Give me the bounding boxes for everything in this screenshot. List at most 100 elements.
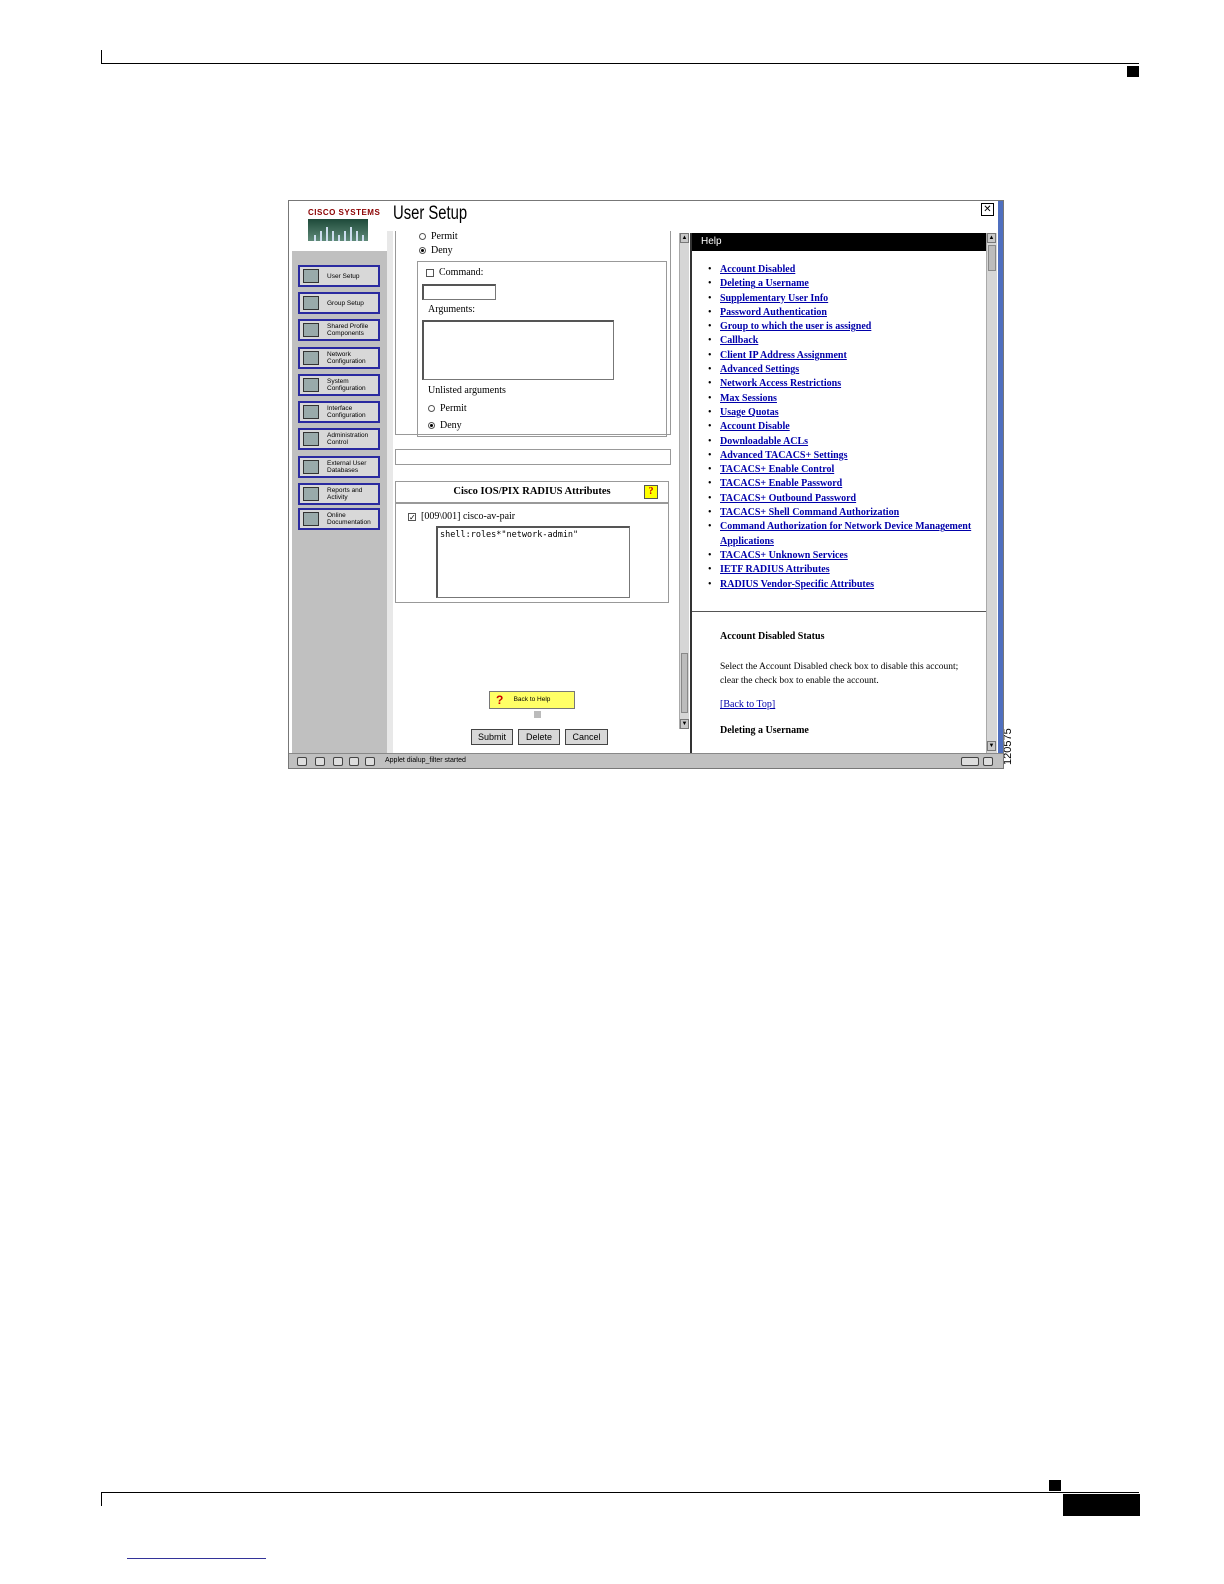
back-to-top-link[interactable]: [Back to Top] [720, 699, 775, 710]
help-link-advanced-settings[interactable]: Advanced Settings [720, 364, 799, 375]
nav-external-db[interactable]: External User Databases [298, 456, 380, 478]
help-link-deleting-username[interactable]: Deleting a Username [720, 278, 809, 289]
header-marker [1127, 66, 1139, 77]
help-link-tacacs-outbound-password[interactable]: TACACS+ Outbound Password [720, 493, 856, 504]
online-docs-icon [303, 512, 319, 526]
footer-rule-tick [101, 1492, 102, 1506]
help-link-tacacs-shell-auth[interactable]: TACACS+ Shell Command Authorization [720, 507, 899, 518]
help-panel: Help Account Disabled Deleting a Usernam… [690, 233, 988, 753]
interface-config-icon [303, 405, 319, 419]
unlisted-permit-option[interactable]: Permit [428, 403, 467, 414]
unlisted-permit-radio[interactable] [428, 405, 435, 413]
nav-user-setup[interactable]: User Setup [298, 265, 380, 287]
help-link-downloadable-acls[interactable]: Downloadable ACLs [720, 436, 808, 447]
admin-control-icon [303, 432, 319, 446]
page-title: User Setup [393, 203, 468, 224]
help-link-client-ip[interactable]: Client IP Address Assignment [720, 350, 847, 361]
help-link-tacacs-unknown[interactable]: TACACS+ Unknown Services [720, 550, 848, 561]
help-scrollbar[interactable]: ▲ ▼ [986, 233, 997, 753]
nav-admin-control[interactable]: Administration Control [298, 428, 380, 450]
help-next-title: Deleting a Username [720, 725, 809, 736]
mail-icon[interactable] [315, 757, 325, 766]
help-section-title: Account Disabled Status [720, 631, 825, 642]
command-checkbox[interactable] [426, 268, 434, 277]
shared-profile-icon [303, 323, 319, 337]
composer-icon[interactable] [349, 757, 359, 766]
help-link-callback[interactable]: Callback [720, 335, 758, 346]
nav-network-config[interactable]: Network Configuration [298, 347, 380, 369]
cancel-button[interactable]: Cancel [565, 729, 608, 745]
list-item: TACACS+ Enable Password [708, 477, 978, 492]
list-item: Account Disabled [708, 263, 978, 278]
status-text: Applet dialup_filter started [385, 757, 466, 764]
list-item: Max Sessions [708, 392, 978, 407]
avpair-checkbox[interactable]: ✓ [408, 512, 416, 521]
header-rule-tick [101, 50, 102, 64]
list-item: Account Disable [708, 420, 978, 435]
command-option[interactable]: Command: [426, 267, 483, 278]
list-item: TACACS+ Outbound Password [708, 492, 978, 507]
header-rule [101, 63, 1139, 64]
form-scroll-thumb[interactable] [681, 653, 688, 713]
nav-system-config[interactable]: System Configuration [298, 374, 380, 396]
user-setup-icon [303, 269, 319, 283]
help-link-ietf-radius[interactable]: IETF RADIUS Attributes [720, 564, 830, 575]
help-link-supplementary-info[interactable]: Supplementary User Info [720, 293, 828, 304]
cisco-logo: CISCO SYSTEMS [289, 201, 387, 251]
nav-reports[interactable]: Reports and Activity [298, 483, 380, 505]
navigator-icon[interactable] [297, 757, 307, 766]
avpair-option[interactable]: ✓ [009\001] cisco-av-pair [408, 511, 515, 522]
back-to-help-button[interactable]: ? Back to Help [489, 691, 575, 709]
scroll-up-arrow-icon[interactable]: ▲ [680, 233, 689, 243]
nav-online-docs[interactable]: Online Documentation [298, 508, 380, 530]
help-link-account-disabled[interactable]: Account Disabled [720, 264, 795, 275]
nav-group-setup[interactable]: Group Setup [298, 292, 380, 314]
window-edge [998, 201, 1003, 753]
list-item: TACACS+ Shell Command Authorization [708, 506, 978, 521]
footer-rule [101, 1492, 1139, 1493]
external-db-icon [303, 460, 319, 474]
help-link-network-access[interactable]: Network Access Restrictions [720, 378, 841, 389]
help-link-radius-vsa[interactable]: RADIUS Vendor-Specific Attributes [720, 579, 874, 590]
user-setup-form: Permit Deny Command: Arguments: Unlisted… [393, 231, 679, 753]
form-scrollbar[interactable]: ▲ ▼ [679, 233, 689, 729]
arguments-textarea[interactable] [422, 320, 614, 380]
help-link-password-auth[interactable]: Password Authentication [720, 307, 827, 318]
close-button[interactable]: ✕ [981, 203, 994, 216]
radius-section-body: ✓ [009\001] cisco-av-pair shell:roles*"ne… [395, 503, 669, 603]
help-links: Account Disabled Deleting a Username Sup… [708, 263, 978, 592]
help-link-group-assigned[interactable]: Group to which the user is assigned [720, 321, 871, 332]
person-icon[interactable] [333, 757, 343, 766]
editor-icon[interactable] [365, 757, 375, 766]
nav-interface-config[interactable]: Interface Configuration [298, 401, 380, 423]
sidebar: User Setup Group Setup Shared Profile Co… [292, 251, 387, 753]
unlisted-deny-option[interactable]: Deny [428, 420, 462, 431]
help-link-command-auth[interactable]: Command Authorization for Network Device… [720, 521, 971, 546]
help-question-icon[interactable]: ? [644, 485, 658, 499]
help-scroll-thumb[interactable] [988, 245, 996, 271]
help-link-advanced-tacacs[interactable]: Advanced TACACS+ Settings [720, 450, 848, 461]
help-section-text: Select the Account Disabled check box to… [720, 662, 959, 686]
help-link-max-sessions[interactable]: Max Sessions [720, 393, 777, 404]
help-link-tacacs-enable-password[interactable]: TACACS+ Enable Password [720, 478, 842, 489]
avpair-textarea[interactable]: shell:roles*"network-admin" [436, 526, 630, 598]
list-item: Usage Quotas [708, 406, 978, 421]
help-link-account-disable[interactable]: Account Disable [720, 421, 790, 432]
unlisted-deny-radio[interactable] [428, 422, 435, 430]
command-input[interactable] [422, 284, 496, 300]
list-item: Downloadable ACLs [708, 435, 978, 450]
small-marker-icon [534, 711, 541, 718]
help-scroll-down-arrow-icon[interactable]: ▼ [987, 741, 996, 751]
nav-shared-profile[interactable]: Shared Profile Components [298, 319, 380, 341]
help-link-usage-quotas[interactable]: Usage Quotas [720, 407, 779, 418]
network-config-icon [303, 351, 319, 365]
list-item: RADIUS Vendor-Specific Attributes [708, 578, 978, 593]
help-link-tacacs-enable-control[interactable]: TACACS+ Enable Control [720, 464, 834, 475]
help-scroll-up-arrow-icon[interactable]: ▲ [987, 233, 996, 243]
radius-section-header: Cisco IOS/PIX RADIUS Attributes ? [395, 481, 669, 503]
submit-button[interactable]: Submit [471, 729, 513, 745]
list-item: Network Access Restrictions [708, 377, 978, 392]
connection-icon [961, 757, 979, 766]
delete-button[interactable]: Delete [518, 729, 560, 745]
scroll-down-arrow-icon[interactable]: ▼ [680, 719, 689, 729]
